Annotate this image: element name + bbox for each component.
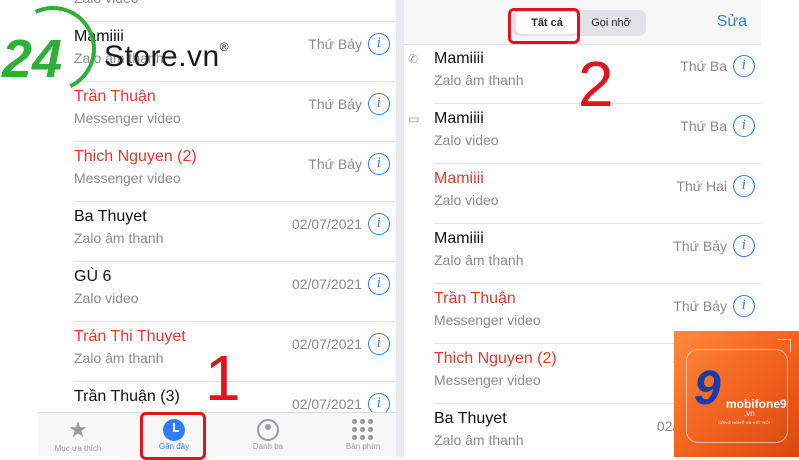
caller-name: Trán Thi Thuyet (74, 328, 186, 345)
star-icon: ★ (68, 417, 88, 442)
call-date: 02/07/2021 (291, 396, 362, 412)
info-icon[interactable]: i (733, 175, 755, 197)
caller-name: Trần Thuận (3) (74, 388, 180, 405)
call-date: Thứ Bảy (673, 298, 727, 314)
tab-keypad-label: Bàn phím (345, 442, 381, 451)
call-row[interactable]: Thich Nguyen (2) Messenger video Thứ Bảy i (38, 142, 396, 202)
tab-favorites-label: Mục ưa thích (54, 444, 102, 453)
call-type: Zalo âm thanh (434, 72, 524, 88)
call-date: Thứ Bảy (308, 96, 362, 112)
keypad-icon (352, 419, 374, 441)
info-icon[interactable]: i (368, 93, 390, 115)
info-icon[interactable]: i (733, 295, 755, 317)
badge-tagline: CÔNG NGHỆ VÀ KẾT NỐI (718, 420, 771, 425)
caller-name: Mamiiii (434, 230, 484, 247)
tab-keypad[interactable]: Bàn phím (323, 415, 396, 451)
call-row[interactable]: GÙ 6 Zalo video 02/07/2021 i (38, 262, 396, 322)
logo-text: Store.vn® (104, 40, 229, 74)
caller-name: Trần Thuận (434, 290, 516, 307)
call-date: Thứ Bảy (308, 156, 362, 172)
24store-logo: 24 Store.vn® (0, 0, 260, 110)
caller-name: Ba Thuyet (74, 208, 147, 225)
mobifone9-badge: 9 mobifone9 .vn CÔNG NGHỆ VÀ KẾT NỐI (674, 331, 799, 457)
tab-contacts-label: Danh bạ (252, 442, 284, 451)
top-bar: Tất cả Gọi nhỡ Sửa (404, 0, 761, 45)
caller-name: Mamiiii (434, 50, 484, 67)
tab-bar: ★ Mục ưa thích Gần đây Danh bạ Bàn phím (38, 412, 396, 457)
caller-name: Ba Thuyet (434, 410, 507, 427)
highlight-all-segment (508, 8, 580, 44)
call-type: Messenger video (74, 110, 181, 126)
logo-wordmark: Store.vn (104, 40, 220, 73)
call-date: Thứ Ba (680, 58, 727, 74)
call-date: 02/07/2021 (291, 276, 362, 292)
call-type: Zalo video (74, 290, 139, 306)
call-date: Thứ Ba (680, 118, 727, 134)
call-type: Messenger video (434, 312, 541, 328)
caller-name: Thich Nguyen (2) (434, 350, 557, 367)
info-icon[interactable]: i (733, 55, 755, 77)
call-date: 02/07/2021 (291, 216, 362, 232)
call-row[interactable]: Mamiiii Zalo âm thanh Thứ Bảy i (404, 224, 761, 284)
call-type: Zalo âm thanh (74, 350, 164, 366)
step-2-label: 2 (578, 48, 614, 120)
step-1-label: 1 (205, 342, 241, 414)
call-type: Zalo video (434, 132, 499, 148)
info-icon[interactable]: i (368, 153, 390, 175)
caller-name: GÙ 6 (74, 268, 112, 285)
tab-favorites[interactable]: ★ Mục ưa thích (38, 415, 118, 453)
badge-logo-icon: 9 (694, 362, 721, 415)
call-date: Thứ Bảy (308, 36, 362, 52)
call-date: Thứ Hai (676, 178, 727, 194)
tab-contacts[interactable]: Danh bạ (228, 415, 308, 451)
caller-name: Mamiiii (434, 170, 484, 187)
call-date: 02/07/2021 (291, 336, 362, 352)
info-icon[interactable]: i (368, 33, 390, 55)
panel-divider (396, 0, 404, 457)
call-type: Messenger video (74, 170, 181, 186)
info-icon[interactable]: i (368, 213, 390, 235)
call-type: Zalo âm thanh (434, 252, 524, 268)
highlight-recents-tab (140, 412, 206, 460)
info-icon[interactable]: i (733, 235, 755, 257)
phone-icon: ✆ (408, 52, 419, 66)
call-date: Thứ Bảy (673, 238, 727, 254)
logo-reg-mark: ® (219, 40, 230, 54)
badge-domain: .vn (744, 409, 755, 418)
info-icon[interactable]: i (368, 273, 390, 295)
call-row[interactable]: Ba Thuyet Zalo âm thanh 02/07/2021 i (38, 202, 396, 262)
caller-name: Mamiiii (434, 110, 484, 127)
caller-name: Thich Nguyen (2) (74, 148, 197, 165)
info-icon[interactable]: i (368, 333, 390, 355)
call-type: Zalo âm thanh (434, 432, 524, 448)
edit-button[interactable]: Sửa (717, 13, 747, 31)
call-row[interactable]: Mamiiii Zalo video Thứ Hai i (404, 164, 761, 224)
logo-number: 24 (2, 29, 63, 89)
segment-missed[interactable]: Gọi nhỡ (580, 12, 642, 34)
contacts-icon (257, 419, 279, 441)
info-icon[interactable]: i (733, 115, 755, 137)
call-type: Zalo video (434, 192, 499, 208)
video-icon: ▭ (408, 112, 420, 126)
call-type: Zalo âm thanh (74, 230, 164, 246)
badge-brand: mobifone9 (726, 397, 787, 411)
call-type: Messenger video (434, 372, 541, 388)
